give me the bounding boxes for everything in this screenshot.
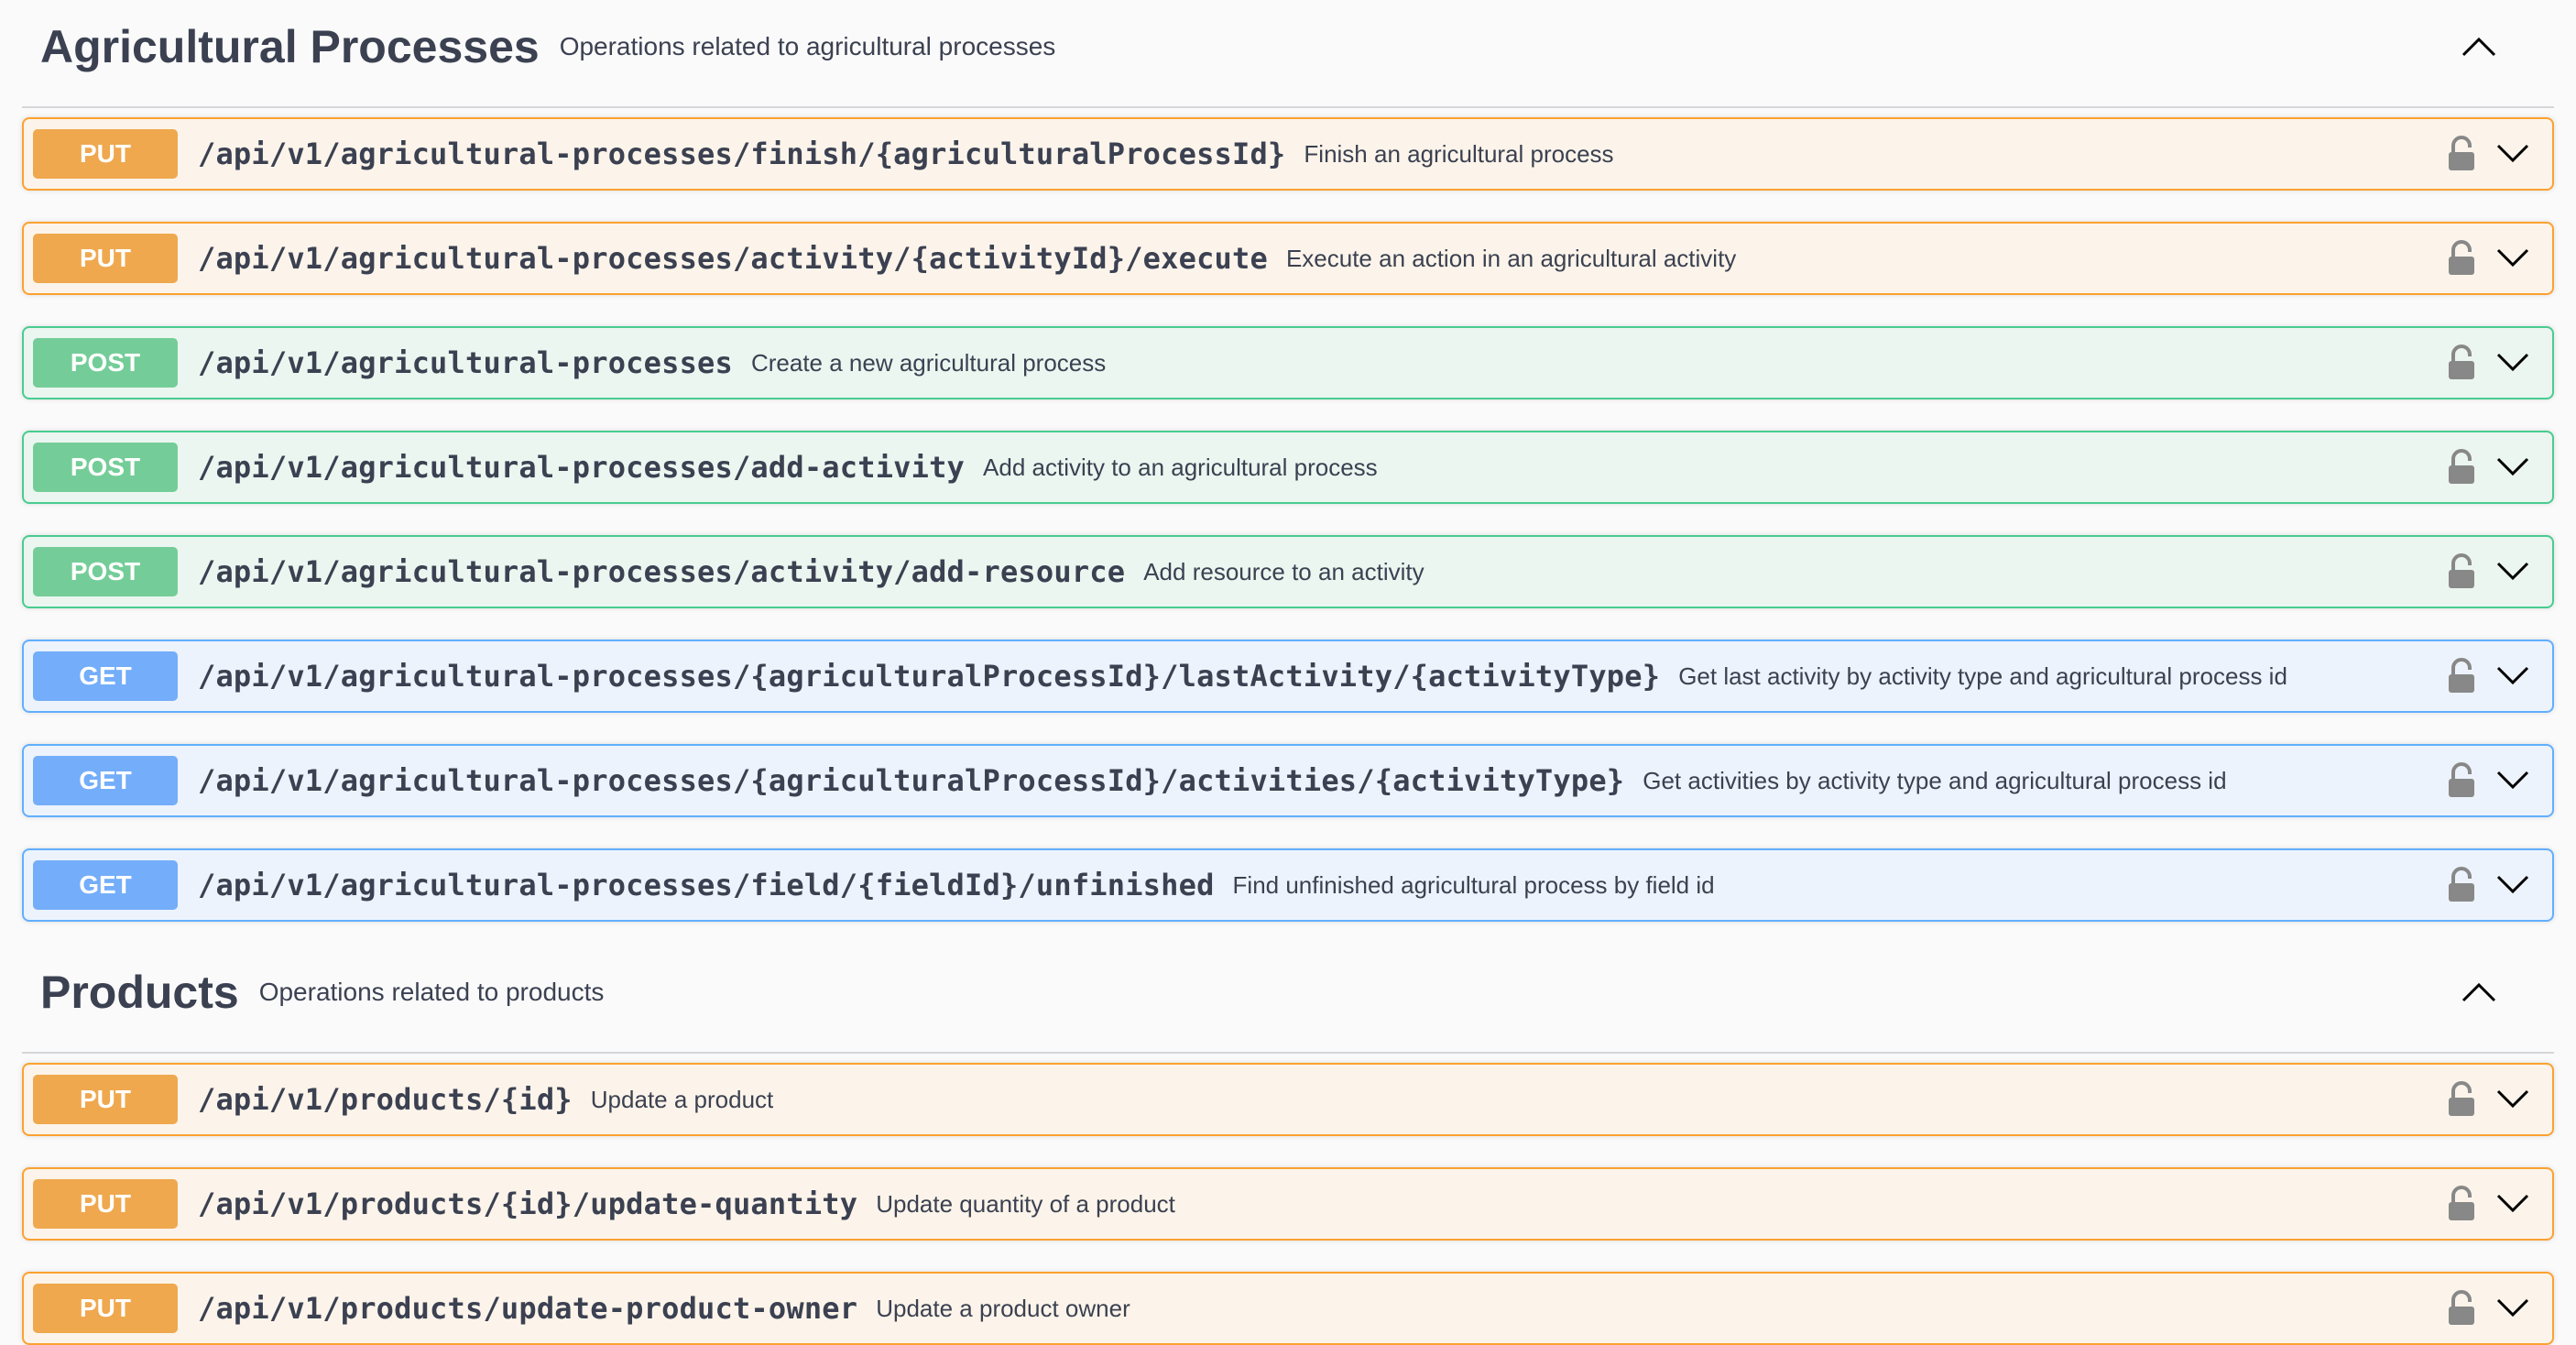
lock-open-icon[interactable] bbox=[2446, 1186, 2477, 1222]
lock-open-icon[interactable] bbox=[2446, 1081, 2477, 1118]
operations-list: PUT /api/v1/agricultural-processes/finis… bbox=[22, 117, 2554, 922]
chevron-down-icon[interactable] bbox=[2495, 1294, 2530, 1321]
tag-header[interactable]: Agricultural Processes Operations relate… bbox=[22, 0, 2554, 108]
operation-row[interactable]: GET /api/v1/agricultural-processes/{agri… bbox=[22, 744, 2554, 817]
lock-open-icon[interactable] bbox=[2446, 1290, 2477, 1327]
method-badge: PUT bbox=[33, 234, 178, 283]
operation-row[interactable]: PUT /api/v1/products/update-product-owne… bbox=[22, 1272, 2554, 1345]
operation-path[interactable]: /api/v1/agricultural-processes/add-activ… bbox=[198, 450, 965, 485]
operation-path[interactable]: /api/v1/agricultural-processes/activity/… bbox=[198, 554, 1125, 589]
method-badge: GET bbox=[33, 756, 178, 805]
operation-summary: Create a new agricultural process bbox=[750, 348, 1107, 377]
operation-row[interactable]: PUT /api/v1/products/{id} Update a produ… bbox=[22, 1063, 2554, 1136]
chevron-up-icon bbox=[2461, 982, 2496, 1002]
lock-open-icon[interactable] bbox=[2446, 449, 2477, 486]
operation-summary: Update quantity of a product bbox=[876, 1189, 1175, 1218]
lock-open-icon[interactable] bbox=[2446, 136, 2477, 172]
method-badge: GET bbox=[33, 651, 178, 701]
operation-row[interactable]: GET /api/v1/agricultural-processes/{agri… bbox=[22, 640, 2554, 713]
collapse-section-button[interactable] bbox=[2451, 24, 2506, 68]
lock-open-icon[interactable] bbox=[2446, 762, 2477, 799]
operation-path[interactable]: /api/v1/agricultural-processes/{agricult… bbox=[198, 659, 1660, 694]
operation-path[interactable]: /api/v1/agricultural-processes bbox=[198, 345, 733, 380]
operation-path[interactable]: /api/v1/agricultural-processes/activity/… bbox=[198, 241, 1268, 276]
tag-description: Operations related to agricultural proce… bbox=[559, 32, 1056, 60]
tag-title: Products bbox=[40, 967, 239, 1018]
operation-row[interactable]: PUT /api/v1/agricultural-processes/finis… bbox=[22, 117, 2554, 191]
chevron-down-icon[interactable] bbox=[2495, 453, 2530, 480]
operation-summary: Add resource to an activity bbox=[1143, 557, 1424, 585]
chevron-down-icon[interactable] bbox=[2495, 139, 2530, 167]
operations-list: PUT /api/v1/products/{id} Update a produ… bbox=[22, 1063, 2554, 1345]
method-badge: POST bbox=[33, 443, 178, 492]
lock-open-icon[interactable] bbox=[2446, 553, 2477, 590]
operation-path[interactable]: /api/v1/products/{id} bbox=[198, 1082, 573, 1117]
method-badge: POST bbox=[33, 338, 178, 388]
tag-title: Agricultural Processes bbox=[40, 21, 540, 72]
lock-open-icon[interactable] bbox=[2446, 344, 2477, 381]
operation-path[interactable]: /api/v1/products/update-product-owner bbox=[198, 1291, 857, 1326]
chevron-down-icon[interactable] bbox=[2495, 662, 2530, 689]
tag-section-agricultural-processes: Agricultural Processes Operations relate… bbox=[0, 0, 2576, 922]
operation-summary: Get activities by activity type and agri… bbox=[1643, 766, 2227, 794]
chevron-down-icon[interactable] bbox=[2495, 1085, 2530, 1112]
chevron-down-icon[interactable] bbox=[2495, 348, 2530, 376]
operation-row[interactable]: POST /api/v1/agricultural-processes/add-… bbox=[22, 431, 2554, 504]
chevron-down-icon[interactable] bbox=[2495, 1189, 2530, 1217]
operation-summary: Update a product owner bbox=[876, 1294, 1130, 1322]
tag-section-products: Products Operations related to products … bbox=[0, 946, 2576, 1345]
operation-row[interactable]: PUT /api/v1/products/{id}/update-quantit… bbox=[22, 1167, 2554, 1241]
operation-summary: Add activity to an agricultural process bbox=[983, 453, 1378, 481]
method-badge: PUT bbox=[33, 1075, 178, 1124]
operation-row[interactable]: POST /api/v1/agricultural-processes Crea… bbox=[22, 326, 2554, 399]
chevron-up-icon bbox=[2461, 37, 2496, 57]
lock-open-icon[interactable] bbox=[2446, 658, 2477, 694]
method-badge: PUT bbox=[33, 1284, 178, 1333]
operation-summary: Update a product bbox=[590, 1085, 774, 1113]
operation-summary: Find unfinished agricultural process by … bbox=[1232, 870, 1715, 899]
method-badge: GET bbox=[33, 860, 178, 910]
operation-summary: Finish an agricultural process bbox=[1304, 139, 1614, 168]
collapse-section-button[interactable] bbox=[2451, 969, 2506, 1013]
method-badge: PUT bbox=[33, 129, 178, 179]
method-badge: PUT bbox=[33, 1179, 178, 1229]
chevron-down-icon[interactable] bbox=[2495, 557, 2530, 585]
lock-open-icon[interactable] bbox=[2446, 240, 2477, 277]
operation-summary: Get last activity by activity type and a… bbox=[1678, 662, 2287, 690]
chevron-down-icon[interactable] bbox=[2495, 244, 2530, 271]
method-badge: POST bbox=[33, 547, 178, 596]
operation-row[interactable]: POST /api/v1/agricultural-processes/acti… bbox=[22, 535, 2554, 608]
lock-open-icon[interactable] bbox=[2446, 867, 2477, 903]
tag-header[interactable]: Products Operations related to products bbox=[22, 946, 2554, 1054]
operation-path[interactable]: /api/v1/agricultural-processes/field/{fi… bbox=[198, 868, 1215, 902]
operation-path[interactable]: /api/v1/agricultural-processes/finish/{a… bbox=[198, 137, 1285, 171]
chevron-down-icon[interactable] bbox=[2495, 766, 2530, 793]
operation-path[interactable]: /api/v1/products/{id}/update-quantity bbox=[198, 1186, 857, 1221]
operation-row[interactable]: PUT /api/v1/agricultural-processes/activ… bbox=[22, 222, 2554, 295]
chevron-down-icon[interactable] bbox=[2495, 870, 2530, 898]
tag-description: Operations related to products bbox=[258, 978, 605, 1006]
operation-summary: Execute an action in an agricultural act… bbox=[1285, 244, 1737, 272]
operation-row[interactable]: GET /api/v1/agricultural-processes/field… bbox=[22, 848, 2554, 922]
operation-path[interactable]: /api/v1/agricultural-processes/{agricult… bbox=[198, 763, 1624, 798]
